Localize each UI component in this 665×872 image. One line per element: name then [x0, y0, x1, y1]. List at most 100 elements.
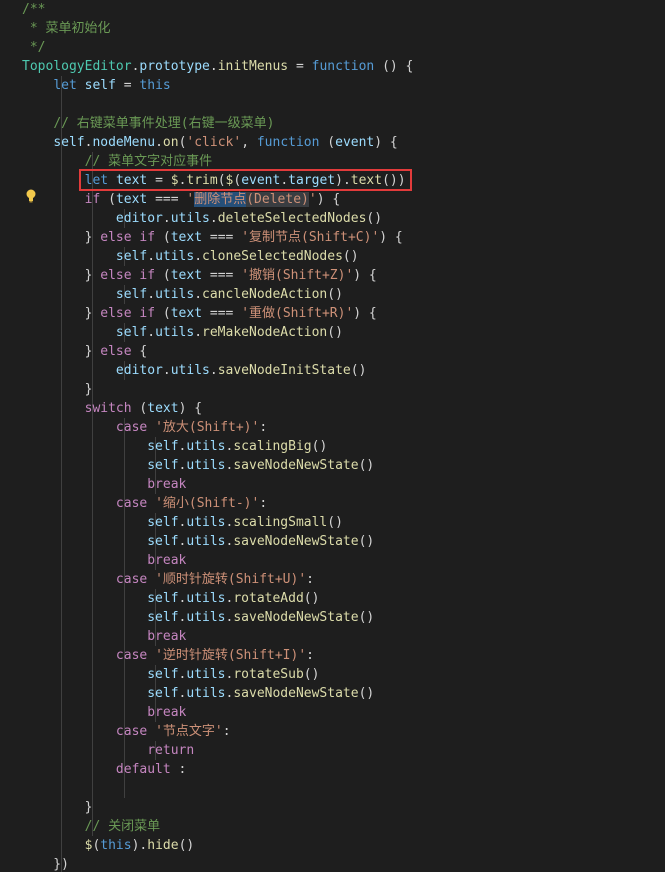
code-token: .: [194, 249, 203, 264]
code-token: (: [217, 173, 226, 188]
code-token: self: [115, 287, 148, 302]
code-token: }: [22, 344, 101, 359]
code-line[interactable]: }): [22, 855, 69, 872]
code-token: }: [22, 800, 93, 815]
code-line[interactable]: return: [22, 741, 194, 760]
code-token: ': [308, 192, 317, 207]
editor-gutter[interactable]: [0, 0, 22, 872]
code-line[interactable]: */: [22, 38, 46, 57]
code-line[interactable]: self.utils.rotateSub(): [22, 665, 319, 684]
code-line[interactable]: // 右键菜单事件处理(右键一级菜单): [22, 114, 274, 133]
code-token: $: [170, 173, 179, 188]
code-token: =: [288, 59, 312, 74]
code-token: self: [147, 515, 179, 530]
code-line[interactable]: self.utils.saveNodeNewState(): [22, 456, 374, 475]
code-line[interactable]: editor.utils.deleteSelectedNodes(): [22, 209, 382, 228]
code-token: rotateSub: [233, 667, 304, 682]
code-line[interactable]: * 菜单初始化: [22, 19, 111, 38]
code-line[interactable]: self.utils.scalingBig(): [22, 437, 327, 456]
code-line[interactable]: break: [22, 475, 186, 494]
code-line[interactable]: break: [22, 551, 186, 570]
code-token: reMakeNodeAction: [202, 325, 328, 340]
code-token: utils: [186, 667, 226, 682]
code-line[interactable]: } else {: [22, 342, 148, 361]
code-token: function: [311, 59, 375, 74]
code-token: utils: [155, 249, 195, 264]
code-line[interactable]: editor.utils.saveNodeInitState(): [22, 361, 366, 380]
code-token: .: [147, 325, 156, 340]
code-line[interactable]: $(this).hide(): [22, 836, 195, 855]
code-token: break: [147, 477, 187, 492]
code-line[interactable]: /**: [22, 0, 45, 19]
code-line[interactable]: let self = this: [22, 76, 170, 95]
code-line[interactable]: self.utils.scalingSmall(): [22, 513, 343, 532]
code-editor[interactable]: /** * 菜单初始化 */TopologyEditor.prototype.i…: [0, 0, 665, 872]
code-line[interactable]: case '逆时针旋转(Shift+I)':: [22, 646, 314, 665]
code-token: if: [139, 306, 156, 321]
code-token: (): [311, 439, 328, 454]
code-line[interactable]: case '顺时针旋转(Shift+U)':: [22, 570, 314, 589]
code-line[interactable]: default :: [22, 760, 186, 779]
code-token: }: [22, 230, 101, 245]
code-token: utils: [186, 439, 226, 454]
code-token: utils: [155, 287, 195, 302]
code-line[interactable]: }: [22, 380, 93, 399]
code-token: (: [131, 401, 148, 416]
code-token: self: [147, 610, 179, 625]
code-token: ,: [241, 135, 257, 150]
code-token: else: [100, 268, 132, 283]
code-line[interactable]: self.utils.cloneSelectedNodes(): [22, 247, 359, 266]
code-token: (: [319, 135, 336, 150]
code-line[interactable]: break: [22, 703, 186, 722]
code-line[interactable]: self.utils.rotateAdd(): [22, 589, 319, 608]
code-token: utils: [186, 458, 226, 473]
code-line[interactable]: self.utils.saveNodeNewState(): [22, 684, 374, 703]
code-token: utils: [186, 591, 226, 606]
code-line[interactable]: case '放大(Shift+)':: [22, 418, 267, 437]
code-line[interactable]: // 关闭菜单: [22, 817, 160, 836]
code-token: (): [178, 838, 195, 853]
code-token: .: [162, 363, 171, 378]
code-line[interactable]: } else if (text === '重做(Shift+R)') {: [22, 304, 377, 323]
code-line[interactable]: let text = $.trim($(event.target).text()…: [22, 171, 406, 190]
code-line[interactable]: self.nodeMenu.on('click', function (even…: [22, 133, 397, 152]
code-token: if: [84, 192, 101, 207]
code-line[interactable]: } else if (text === '撤销(Shift+Z)') {: [22, 266, 377, 285]
code-line[interactable]: TopologyEditor.prototype.initMenus = fun…: [22, 57, 413, 76]
code-line[interactable]: if (text === '删除节点(Delete)') {: [22, 190, 340, 209]
code-token: self: [115, 249, 148, 264]
code-line[interactable]: self.utils.saveNodeNewState(): [22, 608, 374, 627]
code-token: scalingSmall: [233, 515, 328, 530]
code-token: .: [280, 173, 289, 188]
code-line[interactable]: case '缩小(Shift-)':: [22, 494, 267, 513]
code-line[interactable]: } else if (text === '复制节点(Shift+C)') {: [22, 228, 403, 247]
code-token: utils: [186, 534, 226, 549]
code-token: ).: [131, 838, 148, 853]
code-line[interactable]: }: [22, 798, 93, 817]
code-line[interactable]: switch (text) {: [22, 399, 202, 418]
code-token: this: [100, 838, 132, 853]
code-token: (): [350, 363, 367, 378]
code-line[interactable]: case '节点文字':: [22, 722, 231, 741]
code-token: switch: [84, 401, 132, 416]
code-line[interactable]: self.utils.saveNodeNewState(): [22, 532, 374, 551]
code-line[interactable]: self.utils.cancleNodeAction(): [22, 285, 343, 304]
code-token: saveNodeInitState: [217, 363, 351, 378]
code-token: '复制节点(Shift+C)': [241, 230, 380, 245]
code-token: (): [327, 515, 343, 530]
code-line[interactable]: // 菜单文字对应事件: [22, 152, 212, 171]
code-line[interactable]: break: [22, 627, 186, 646]
code-token: self: [115, 325, 148, 340]
code-token: self: [147, 534, 179, 549]
code-line[interactable]: self.utils.reMakeNodeAction(): [22, 323, 343, 342]
